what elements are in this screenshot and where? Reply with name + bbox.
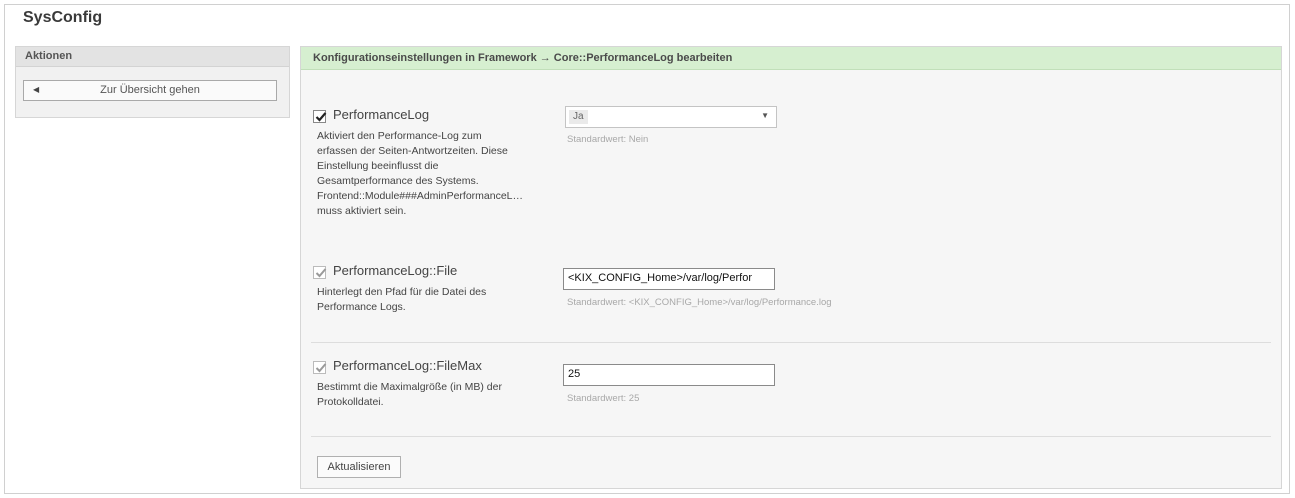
setting-default: Standardwert: 25 [567, 393, 640, 404]
page-title: SysConfig [23, 9, 103, 26]
select-value: Ja [569, 110, 588, 124]
performancelog-select[interactable]: Ja ▼ [565, 106, 777, 128]
setting-description: Hinterlegt den Pfad für die Datei des Pe… [317, 286, 487, 313]
checkmark-icon [315, 268, 327, 278]
setting-default: Standardwert: <KIX_CONFIG_Home>/var/log/… [567, 297, 832, 308]
chevron-down-icon: ▼ [761, 111, 769, 120]
performancelog-file-input[interactable]: <KIX_CONFIG_Home>/var/log/Perfor [563, 268, 775, 290]
setting-title: PerformanceLog [333, 107, 430, 122]
setting-description: Bestimmt die Maximalgröße (in MB) der Pr… [317, 381, 502, 408]
setting-description: Aktiviert den Performance-Log zum erfass… [317, 130, 524, 217]
setting-performancelog-checkbox[interactable] [313, 110, 327, 123]
setting-title: PerformanceLog::File [333, 263, 458, 278]
separator [311, 436, 1271, 437]
sidebar-heading: Aktionen [16, 47, 289, 67]
back-to-overview-label: Zur Übersicht gehen [100, 84, 200, 96]
setting-title: PerformanceLog::FileMax [333, 358, 482, 373]
settings-panel: Konfigurationseinstellungen in Framework… [300, 46, 1282, 489]
setting-default: Standardwert: Nein [567, 134, 649, 145]
back-to-overview-button[interactable]: ◀ Zur Übersicht gehen [23, 80, 277, 101]
separator [311, 342, 1271, 343]
setting-performancelog-file-checkbox [313, 266, 327, 279]
performancelog-filemax-input[interactable]: 25 [563, 364, 775, 386]
sidebar-actions: Aktionen ◀ Zur Übersicht gehen [15, 46, 290, 118]
checkmark-icon [315, 363, 327, 373]
setting-performancelog-filemax-checkbox [313, 361, 327, 374]
settings-panel-heading: Konfigurationseinstellungen in Framework… [301, 47, 1281, 70]
checkmark-icon [315, 112, 327, 122]
update-button[interactable]: Aktualisieren [317, 456, 401, 478]
